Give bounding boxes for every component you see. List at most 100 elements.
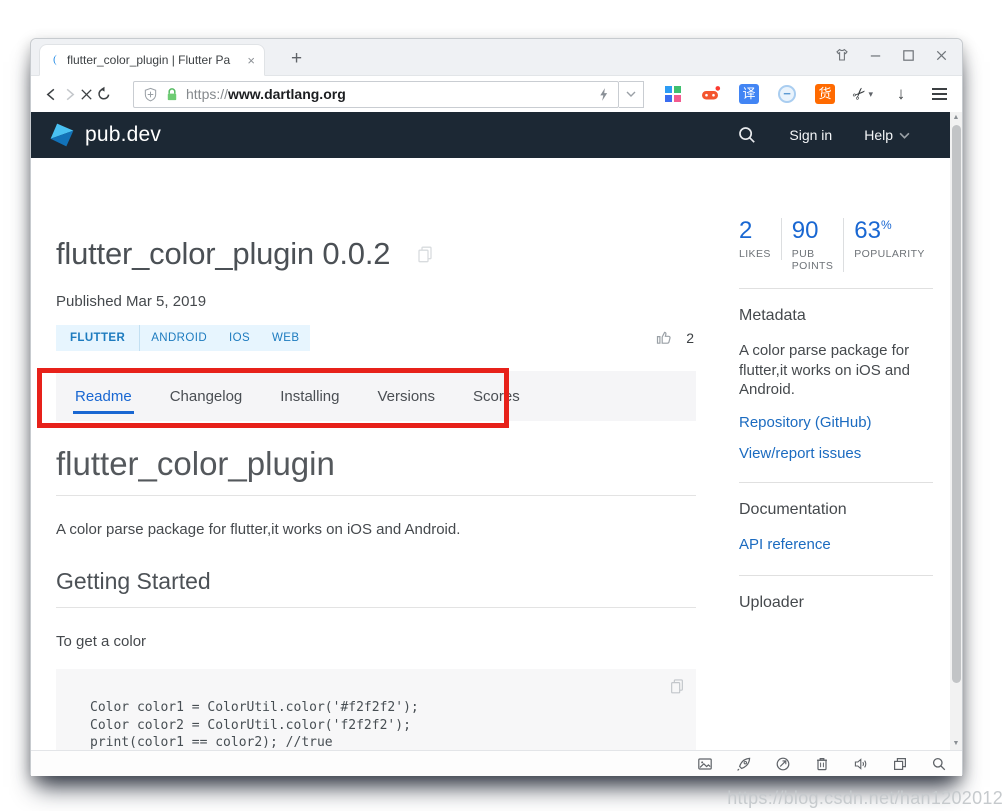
published-date: Published Mar 5, 2019 <box>56 293 207 310</box>
url-host: www.dartlang.org <box>228 86 346 102</box>
badge-ios[interactable]: IOS <box>218 332 261 344</box>
browser-status-bar <box>31 750 962 776</box>
main-column: flutter_color_plugin 0.0.2 Published Mar… <box>56 158 696 750</box>
readme-paragraph: To get a color <box>56 632 147 650</box>
watermark-url: https://blog.csdn.net/han1202012 <box>727 788 1003 808</box>
stat-label: POPULARITY <box>854 248 925 261</box>
package-title: flutter_color_plugin 0.0.2 <box>56 236 391 271</box>
menu-icon[interactable] <box>928 83 950 105</box>
tab-title: flutter_color_plugin | Flutter Pa <box>67 53 231 67</box>
code-line: Color color1 = ColorUtil.color('#f2f2f2'… <box>90 700 419 715</box>
browser-tab-strip: flutter_color_plugin | Flutter Pa × + <box>31 39 962 76</box>
stat-pub-points[interactable]: 90 PUB POINTS <box>782 217 845 273</box>
getting-started-heading: Getting Started <box>56 567 211 594</box>
divider <box>56 606 696 608</box>
extensions-area: 译 − 货 ✂ ▾ ↓ <box>662 83 950 105</box>
maximize-icon[interactable] <box>899 46 917 64</box>
new-tab-button[interactable]: + <box>283 47 310 70</box>
tab-close-icon[interactable]: × <box>247 53 255 68</box>
divider <box>739 481 933 483</box>
url-protocol: https:// <box>186 86 229 102</box>
stat-value: 90 <box>791 217 819 244</box>
badge-android[interactable]: ANDROID <box>140 332 218 344</box>
metadata-title: Metadata <box>739 307 806 325</box>
green-lock-icon <box>165 87 179 102</box>
pubdev-header: pub.dev Sign in Help <box>31 112 950 158</box>
restore-window-icon[interactable] <box>891 755 909 773</box>
scroll-up-icon[interactable]: ▲ <box>950 112 962 124</box>
brand-name[interactable]: pub.dev <box>85 123 161 147</box>
help-label: Help <box>864 127 893 143</box>
minus-circle-icon[interactable]: − <box>776 83 798 105</box>
translate-icon[interactable]: 译 <box>738 83 760 105</box>
browser-toolbar: https://www.dartlang.org 译 − 货 ✂ ▾ ↓ <box>31 76 962 112</box>
repository-link[interactable]: Repository (GitHub) <box>739 414 933 431</box>
metadata-description: A color parse package for flutter,it wor… <box>739 342 910 399</box>
chevron-down-icon <box>899 132 910 139</box>
copy-icon[interactable] <box>416 245 434 263</box>
thumbs-up-icon[interactable] <box>655 329 673 347</box>
stat-value: 63% <box>854 217 892 244</box>
tab-favicon-icon <box>49 53 60 67</box>
browser-tab[interactable]: flutter_color_plugin | Flutter Pa × <box>39 44 265 76</box>
percent-suffix: % <box>880 218 892 232</box>
score-stats: 2 LIKES 90 PUB POINTS 63% POPULARITY <box>739 217 935 273</box>
documentation-title: Documentation <box>739 500 847 518</box>
code-line: Color color2 = ColorUtil.color('f2f2f2')… <box>90 717 411 733</box>
dart-logo-icon <box>50 123 74 147</box>
stop-icon[interactable] <box>78 81 96 107</box>
back-icon[interactable] <box>43 81 61 107</box>
pubdev-logo[interactable]: pub.dev <box>49 122 161 148</box>
scissors-icon[interactable]: ✂ ▾ <box>849 83 874 106</box>
issues-link[interactable]: View/report issues <box>739 445 933 462</box>
likes-count: 2 <box>686 330 694 346</box>
likes-group: 2 <box>655 329 696 347</box>
reload-icon[interactable] <box>96 81 114 107</box>
shopping-icon[interactable]: 货 <box>814 83 836 105</box>
copy-icon[interactable] <box>669 678 685 694</box>
sidebar-column: 2 LIKES 90 PUB POINTS 63% POPULARITY Met… <box>739 158 933 612</box>
help-menu[interactable]: Help <box>864 127 910 143</box>
browser-window: flutter_color_plugin | Flutter Pa × + ht… <box>30 38 963 776</box>
volume-icon[interactable] <box>852 755 870 773</box>
uploader-title: Uploader <box>739 593 804 611</box>
divider <box>56 495 696 496</box>
scrollbar-thumb[interactable] <box>951 125 961 683</box>
gamepad-icon[interactable] <box>700 83 722 105</box>
apps-grid-icon[interactable] <box>662 83 684 105</box>
api-reference-link[interactable]: API reference <box>739 536 933 553</box>
skin-shirt-icon[interactable] <box>833 46 851 64</box>
stat-likes[interactable]: 2 LIKES <box>739 217 782 261</box>
download-icon[interactable]: ↓ <box>890 83 912 105</box>
lightning-icon[interactable] <box>598 87 609 102</box>
minimize-icon[interactable] <box>866 46 884 64</box>
address-bar-group: https://www.dartlang.org <box>133 80 644 108</box>
badge-flutter[interactable]: FLUTTER <box>56 332 139 344</box>
badge-web[interactable]: WEB <box>261 332 310 344</box>
page-body: flutter_color_plugin 0.0.2 Published Mar… <box>31 158 962 750</box>
address-dropdown-button[interactable] <box>619 80 644 108</box>
scroll-down-icon[interactable]: ▼ <box>950 738 962 750</box>
refresh-circle-icon[interactable] <box>774 755 792 773</box>
search-icon[interactable] <box>737 125 757 145</box>
forward-icon[interactable] <box>61 81 79 107</box>
annotation-rectangle <box>37 368 509 428</box>
window-controls <box>833 46 950 64</box>
rocket-boost-icon[interactable] <box>735 755 753 773</box>
screenshot-icon[interactable] <box>696 755 714 773</box>
stat-label: PUB POINTS <box>791 248 834 273</box>
sign-in-link[interactable]: Sign in <box>789 127 832 143</box>
close-icon[interactable] <box>932 46 950 64</box>
scrollbar[interactable]: ▲ ▼ <box>950 112 962 750</box>
code-line: print(color1 == color2); //true <box>90 735 333 750</box>
url-text[interactable]: https://www.dartlang.org <box>186 86 591 102</box>
shield-plus-icon[interactable] <box>143 87 158 102</box>
divider <box>739 288 933 290</box>
header-nav: Sign in Help <box>737 125 910 145</box>
trash-icon[interactable] <box>813 755 831 773</box>
address-bar[interactable]: https://www.dartlang.org <box>133 80 619 108</box>
find-icon[interactable] <box>930 755 948 773</box>
chevron-down-icon <box>626 91 636 97</box>
code-block: Color color1 = ColorUtil.color('#f2f2f2'… <box>56 669 696 750</box>
stat-popularity[interactable]: 63% POPULARITY <box>844 217 935 261</box>
